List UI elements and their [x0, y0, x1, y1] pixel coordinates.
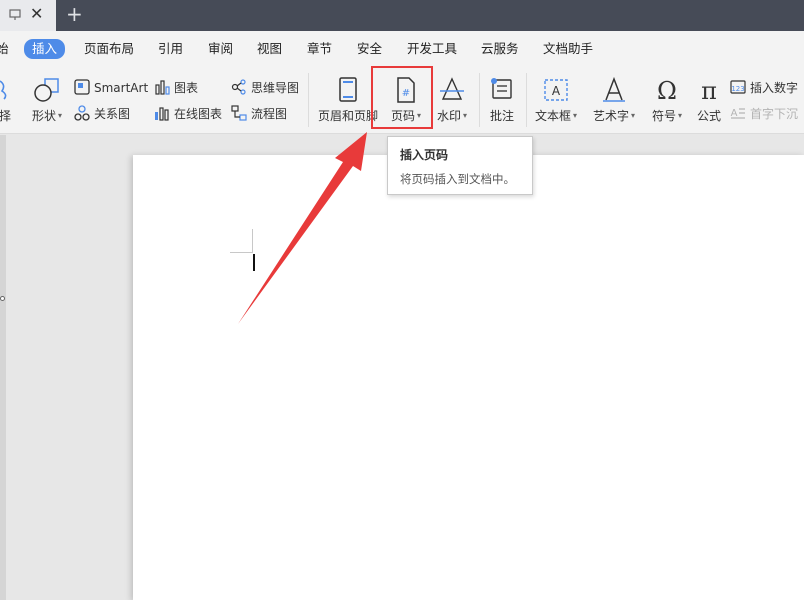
close-tab-icon[interactable]: ✕ — [30, 6, 44, 22]
svg-text:π: π — [701, 77, 717, 103]
ruler-marker[interactable] — [0, 296, 5, 301]
flowchart-button[interactable]: 流程图 — [231, 105, 287, 123]
menu-doc-assistant[interactable]: 文档助手 — [543, 40, 593, 58]
menu-view[interactable]: 视图 — [257, 40, 282, 58]
art-text-button[interactable]: 艺术字 ▾ — [586, 67, 642, 133]
chart-label: 图表 — [174, 81, 199, 95]
formula-button[interactable]: π 公式 — [692, 67, 726, 133]
formula-label: 公式 — [696, 109, 721, 123]
chevron-down-icon: ▾ — [631, 111, 636, 120]
smartart-icon — [74, 79, 90, 95]
shape-icon — [34, 78, 59, 102]
comment-button[interactable]: 批注 — [484, 67, 520, 133]
menu-review[interactable]: 审阅 — [208, 40, 233, 58]
symbol-button[interactable]: Ω 符号 ▾ — [646, 67, 688, 133]
menu-security[interactable]: 安全 — [357, 40, 382, 58]
online-chart-label: 在线图表 — [174, 107, 223, 121]
drop-cap-label: 首字下沉 — [750, 107, 799, 121]
monitor-icon — [9, 9, 21, 20]
menu-dev-tools[interactable]: 开发工具 — [407, 40, 457, 58]
watermark-label: 水印 — [436, 109, 461, 123]
menu-cloud-service[interactable]: 云服务 — [481, 40, 519, 58]
menu-chapter[interactable]: 章节 — [307, 40, 332, 58]
number-icon: 123 — [730, 80, 746, 94]
shape-label: 形状 — [31, 109, 56, 123]
flowchart-label: 流程图 — [251, 107, 288, 121]
chevron-down-icon: ▾ — [678, 111, 683, 120]
svg-text:Ω: Ω — [657, 77, 677, 103]
page-number-highlight-box — [371, 66, 433, 129]
document-tab[interactable]: ✕ — [0, 0, 56, 31]
toolbar-divider — [479, 73, 480, 127]
watermark-icon — [440, 77, 464, 100]
omega-icon: Ω — [657, 77, 677, 103]
svg-text:A: A — [552, 84, 561, 98]
tooltip-title: 插入页码 — [400, 148, 449, 162]
left-ruler-strip — [0, 135, 6, 600]
relation-icon — [74, 105, 90, 121]
mindmap-icon — [231, 79, 246, 95]
bar-chart-icon — [155, 80, 170, 95]
flowchart-icon — [231, 105, 247, 121]
relation-label: 关系图 — [94, 107, 131, 121]
toolbar-divider — [526, 73, 527, 127]
text-cursor — [253, 254, 255, 271]
menu-reference[interactable]: 引用 — [158, 40, 183, 58]
document-page[interactable] — [133, 155, 804, 600]
toolbar-divider — [308, 73, 309, 127]
online-chart-button[interactable]: 在线图表 — [154, 105, 222, 123]
textbox-label: 文本框 — [534, 109, 571, 123]
relation-button[interactable]: 关系图 — [74, 105, 130, 123]
symbol-label: 符号 — [651, 109, 676, 123]
art-text-icon — [603, 77, 625, 102]
svg-text:A: A — [731, 108, 738, 119]
textbox-icon: A — [544, 79, 568, 101]
select-label: 择 — [0, 109, 11, 123]
drop-cap-icon: A — [731, 108, 745, 119]
drop-cap-button: A 首字下沉 — [730, 105, 798, 123]
online-chart-icon — [155, 107, 169, 121]
comment-label: 批注 — [489, 109, 514, 123]
insert-number-label: 插入数字 — [750, 81, 799, 95]
chart-button[interactable]: 图表 — [154, 79, 198, 97]
page-number-tooltip: 插入页码 将页码插入到文档中。 — [387, 136, 533, 195]
select-tool[interactable]: 择 — [0, 67, 16, 133]
watermark-button[interactable]: 水印 ▾ — [430, 67, 474, 133]
textbox-button[interactable]: A 文本框 ▾ — [530, 67, 582, 133]
new-tab-button[interactable]: + — [66, 4, 83, 24]
menu-insert[interactable]: 插入 — [24, 39, 66, 59]
svg-text:123: 123 — [731, 85, 744, 93]
smartart-label: SmartArt — [94, 81, 149, 95]
shape-button[interactable]: 形状 ▾ — [24, 67, 70, 133]
menu-start[interactable]: 始 — [0, 40, 9, 58]
menu-bar: 始 插入 页面布局 引用 审阅 视图 章节 安全 开发工具 云服务 文档助手 — [0, 31, 804, 67]
art-text-label: 艺术字 — [592, 109, 629, 123]
margin-corner-mark — [252, 229, 253, 253]
title-bar: ✕ + — [0, 0, 804, 31]
chevron-down-icon: ▾ — [573, 111, 578, 120]
smartart-button[interactable]: SmartArt — [74, 79, 148, 97]
insert-number-button[interactable]: 123 插入数字 — [730, 79, 798, 97]
chevron-down-icon: ▾ — [463, 111, 468, 120]
pi-icon: π — [701, 77, 717, 103]
menu-page-layout[interactable]: 页面布局 — [84, 40, 134, 58]
mindmap-button[interactable]: 思维导图 — [231, 79, 299, 97]
mindmap-label: 思维导图 — [251, 81, 300, 95]
margin-corner-mark — [230, 252, 252, 253]
chevron-down-icon: ▾ — [58, 111, 63, 120]
select-icon — [0, 80, 7, 100]
comment-icon — [491, 78, 512, 99]
header-footer-icon — [339, 77, 357, 102]
tooltip-description: 将页码插入到文档中。 — [400, 172, 515, 186]
